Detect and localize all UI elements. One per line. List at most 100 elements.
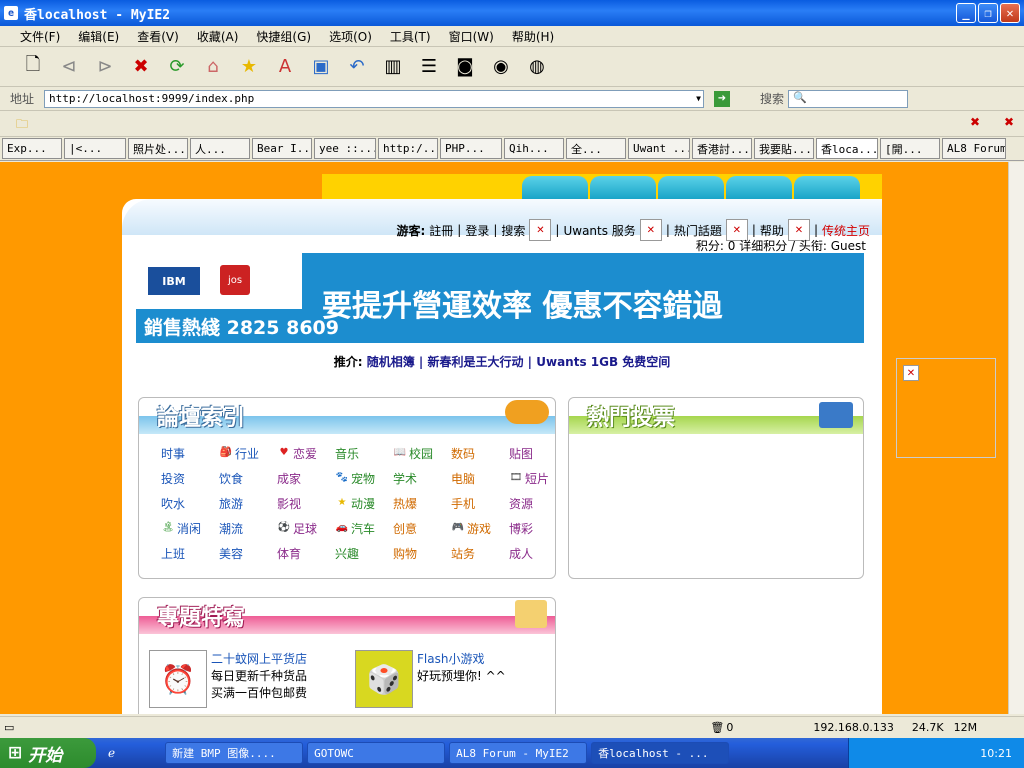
- side-ad[interactable]: ✕: [896, 358, 996, 458]
- forum-link[interactable]: 🐾 宠物: [335, 471, 393, 486]
- forum-link[interactable]: 体育: [277, 546, 335, 561]
- chevron-down-icon[interactable]: ▼: [696, 94, 701, 103]
- forum-link[interactable]: 手机: [451, 496, 509, 511]
- forum-link[interactable]: 潮流: [219, 521, 277, 536]
- close-button[interactable]: ✕: [1000, 3, 1020, 23]
- home-icon[interactable]: ⌂: [200, 54, 226, 80]
- minimize-button[interactable]: _: [956, 3, 976, 23]
- menu-groups[interactable]: 快捷组(G): [256, 28, 311, 45]
- taskbar-item[interactable]: AL8 Forum - MyIE2: [449, 742, 588, 764]
- menu-view[interactable]: 查看(V): [137, 28, 179, 45]
- forum-link[interactable]: 创意: [393, 521, 451, 536]
- nav-tab[interactable]: [522, 176, 588, 199]
- feature-item[interactable]: 🎲 Flash小游戏 好玩预埋你! ^^: [355, 650, 506, 708]
- forum-link[interactable]: 购物: [393, 546, 451, 561]
- stop-icon[interactable]: ✖: [128, 54, 154, 80]
- go-icon[interactable]: ➜: [714, 90, 730, 107]
- proxy-icon[interactable]: ◍: [524, 54, 550, 80]
- quicklaunch-ie-icon[interactable]: ℯ: [108, 746, 115, 760]
- vertical-scrollbar[interactable]: [1008, 162, 1024, 714]
- back-icon[interactable]: ⊲: [56, 54, 82, 80]
- forum-link[interactable]: 贴图: [509, 446, 567, 461]
- forum-link[interactable]: 🎞 短片: [509, 471, 567, 486]
- menu-tools[interactable]: 工具(T): [390, 28, 431, 45]
- nav-tab[interactable]: [590, 176, 656, 199]
- login-link[interactable]: 登录: [465, 222, 489, 239]
- forum-link[interactable]: 旅游: [219, 496, 277, 511]
- forum-link[interactable]: 时事: [161, 446, 219, 461]
- favorites-star-icon[interactable]: ★: [236, 54, 262, 80]
- menu-favorites[interactable]: 收藏(A): [197, 28, 239, 45]
- folder-icon[interactable]: 🗀: [16, 115, 28, 136]
- refresh-icon[interactable]: ⟳: [164, 54, 190, 80]
- forum-link[interactable]: 音乐: [335, 446, 393, 461]
- tab[interactable]: 人...: [190, 138, 250, 159]
- forward-icon[interactable]: ⊳: [92, 54, 118, 80]
- new-page-icon[interactable]: 🗋: [20, 54, 46, 80]
- forum-link[interactable]: 成人: [509, 546, 567, 561]
- tab[interactable]: yee ::...: [314, 138, 376, 159]
- taskbar-item-active[interactable]: 香localhost - ...: [591, 742, 730, 764]
- forum-link[interactable]: 📖 校园: [393, 446, 451, 461]
- hot-topics-link[interactable]: 热门話題: [674, 222, 722, 239]
- forum-link[interactable]: 饮食: [219, 471, 277, 486]
- window-icon[interactable]: ▣: [308, 54, 334, 80]
- forum-link[interactable]: 资源: [509, 496, 567, 511]
- forum-link[interactable]: 🎮 游戏: [451, 521, 509, 536]
- forum-link[interactable]: 博彩: [509, 521, 567, 536]
- service-link[interactable]: Uwants 服务: [563, 222, 635, 239]
- tab[interactable]: AL8 Forum: [942, 138, 1006, 159]
- promo-link[interactable]: Uwants 1GB 免费空间: [536, 355, 670, 369]
- tab[interactable]: 照片处...: [128, 138, 188, 159]
- forum-link[interactable]: 影视: [277, 496, 335, 511]
- forum-link[interactable]: 兴趣: [335, 546, 393, 561]
- clock[interactable]: 10:21: [980, 747, 1012, 760]
- start-button[interactable]: ⊞ 开始: [0, 738, 96, 768]
- popup-block-icon[interactable]: ◙: [452, 54, 478, 80]
- taskbar-item[interactable]: GOTOWC: [307, 742, 446, 764]
- forum-link[interactable]: ★ 动漫: [335, 496, 393, 511]
- ad-banner[interactable]: IBM jos 銷售熱綫 2825 8609 要提升營運效率 優惠不容錯過: [136, 253, 864, 343]
- forum-link[interactable]: ♥ 恋爱: [277, 446, 335, 461]
- tab[interactable]: Exp...: [2, 138, 62, 159]
- close-icon[interactable]: ✖: [1004, 115, 1014, 129]
- tab-active[interactable]: 香loca...: [816, 138, 878, 159]
- feature-title[interactable]: Flash小游戏: [417, 650, 506, 667]
- tab[interactable]: 香港討...: [692, 138, 752, 159]
- menu-file[interactable]: 文件(F): [20, 28, 60, 45]
- undo-icon[interactable]: ↶: [344, 54, 370, 80]
- help-link[interactable]: 帮助: [760, 222, 784, 239]
- tab[interactable]: Uwant ...: [628, 138, 690, 159]
- tab[interactable]: [開...: [880, 138, 940, 159]
- search-input[interactable]: 🔍: [788, 89, 909, 108]
- menu-window[interactable]: 窗口(W): [449, 28, 494, 45]
- forum-link[interactable]: 投资: [161, 471, 219, 486]
- register-link[interactable]: 註冊: [429, 222, 453, 239]
- address-input[interactable]: http://localhost:9999/index.php ▼: [44, 89, 704, 108]
- forum-link[interactable]: 站务: [451, 546, 509, 561]
- menu-help[interactable]: 帮助(H): [512, 28, 554, 45]
- forum-link[interactable]: 🎒 行业: [219, 446, 277, 461]
- forum-link[interactable]: ⚽ 足球: [277, 521, 335, 536]
- close-all-icon[interactable]: ✖: [970, 115, 980, 129]
- forum-link[interactable]: 吹水: [161, 496, 219, 511]
- forum-link[interactable]: 🏝 消闲: [161, 521, 219, 536]
- forum-link[interactable]: 数码: [451, 446, 509, 461]
- classic-home-link[interactable]: 传统主页: [822, 222, 870, 239]
- search-link[interactable]: 搜索: [501, 222, 525, 239]
- forum-link[interactable]: 美容: [219, 546, 277, 561]
- feature-title[interactable]: 二十蚊网上平货店: [211, 650, 307, 667]
- forum-link[interactable]: 🚗 汽车: [335, 521, 393, 536]
- flash-icon[interactable]: ◉: [488, 54, 514, 80]
- tab[interactable]: 我要貼...: [754, 138, 814, 159]
- forum-link[interactable]: 热爆: [393, 496, 451, 511]
- forum-link[interactable]: 成家: [277, 471, 335, 486]
- nav-tab[interactable]: [794, 176, 860, 199]
- taskbar-item[interactable]: 新建 BMP 图像....: [165, 742, 304, 764]
- nav-tab[interactable]: [726, 176, 792, 199]
- tab[interactable]: 全...: [566, 138, 626, 159]
- tab[interactable]: |<...: [64, 138, 126, 159]
- promo-link[interactable]: 随机相簿: [367, 355, 415, 369]
- forum-link[interactable]: 学术: [393, 471, 451, 486]
- tab[interactable]: PHP...: [440, 138, 502, 159]
